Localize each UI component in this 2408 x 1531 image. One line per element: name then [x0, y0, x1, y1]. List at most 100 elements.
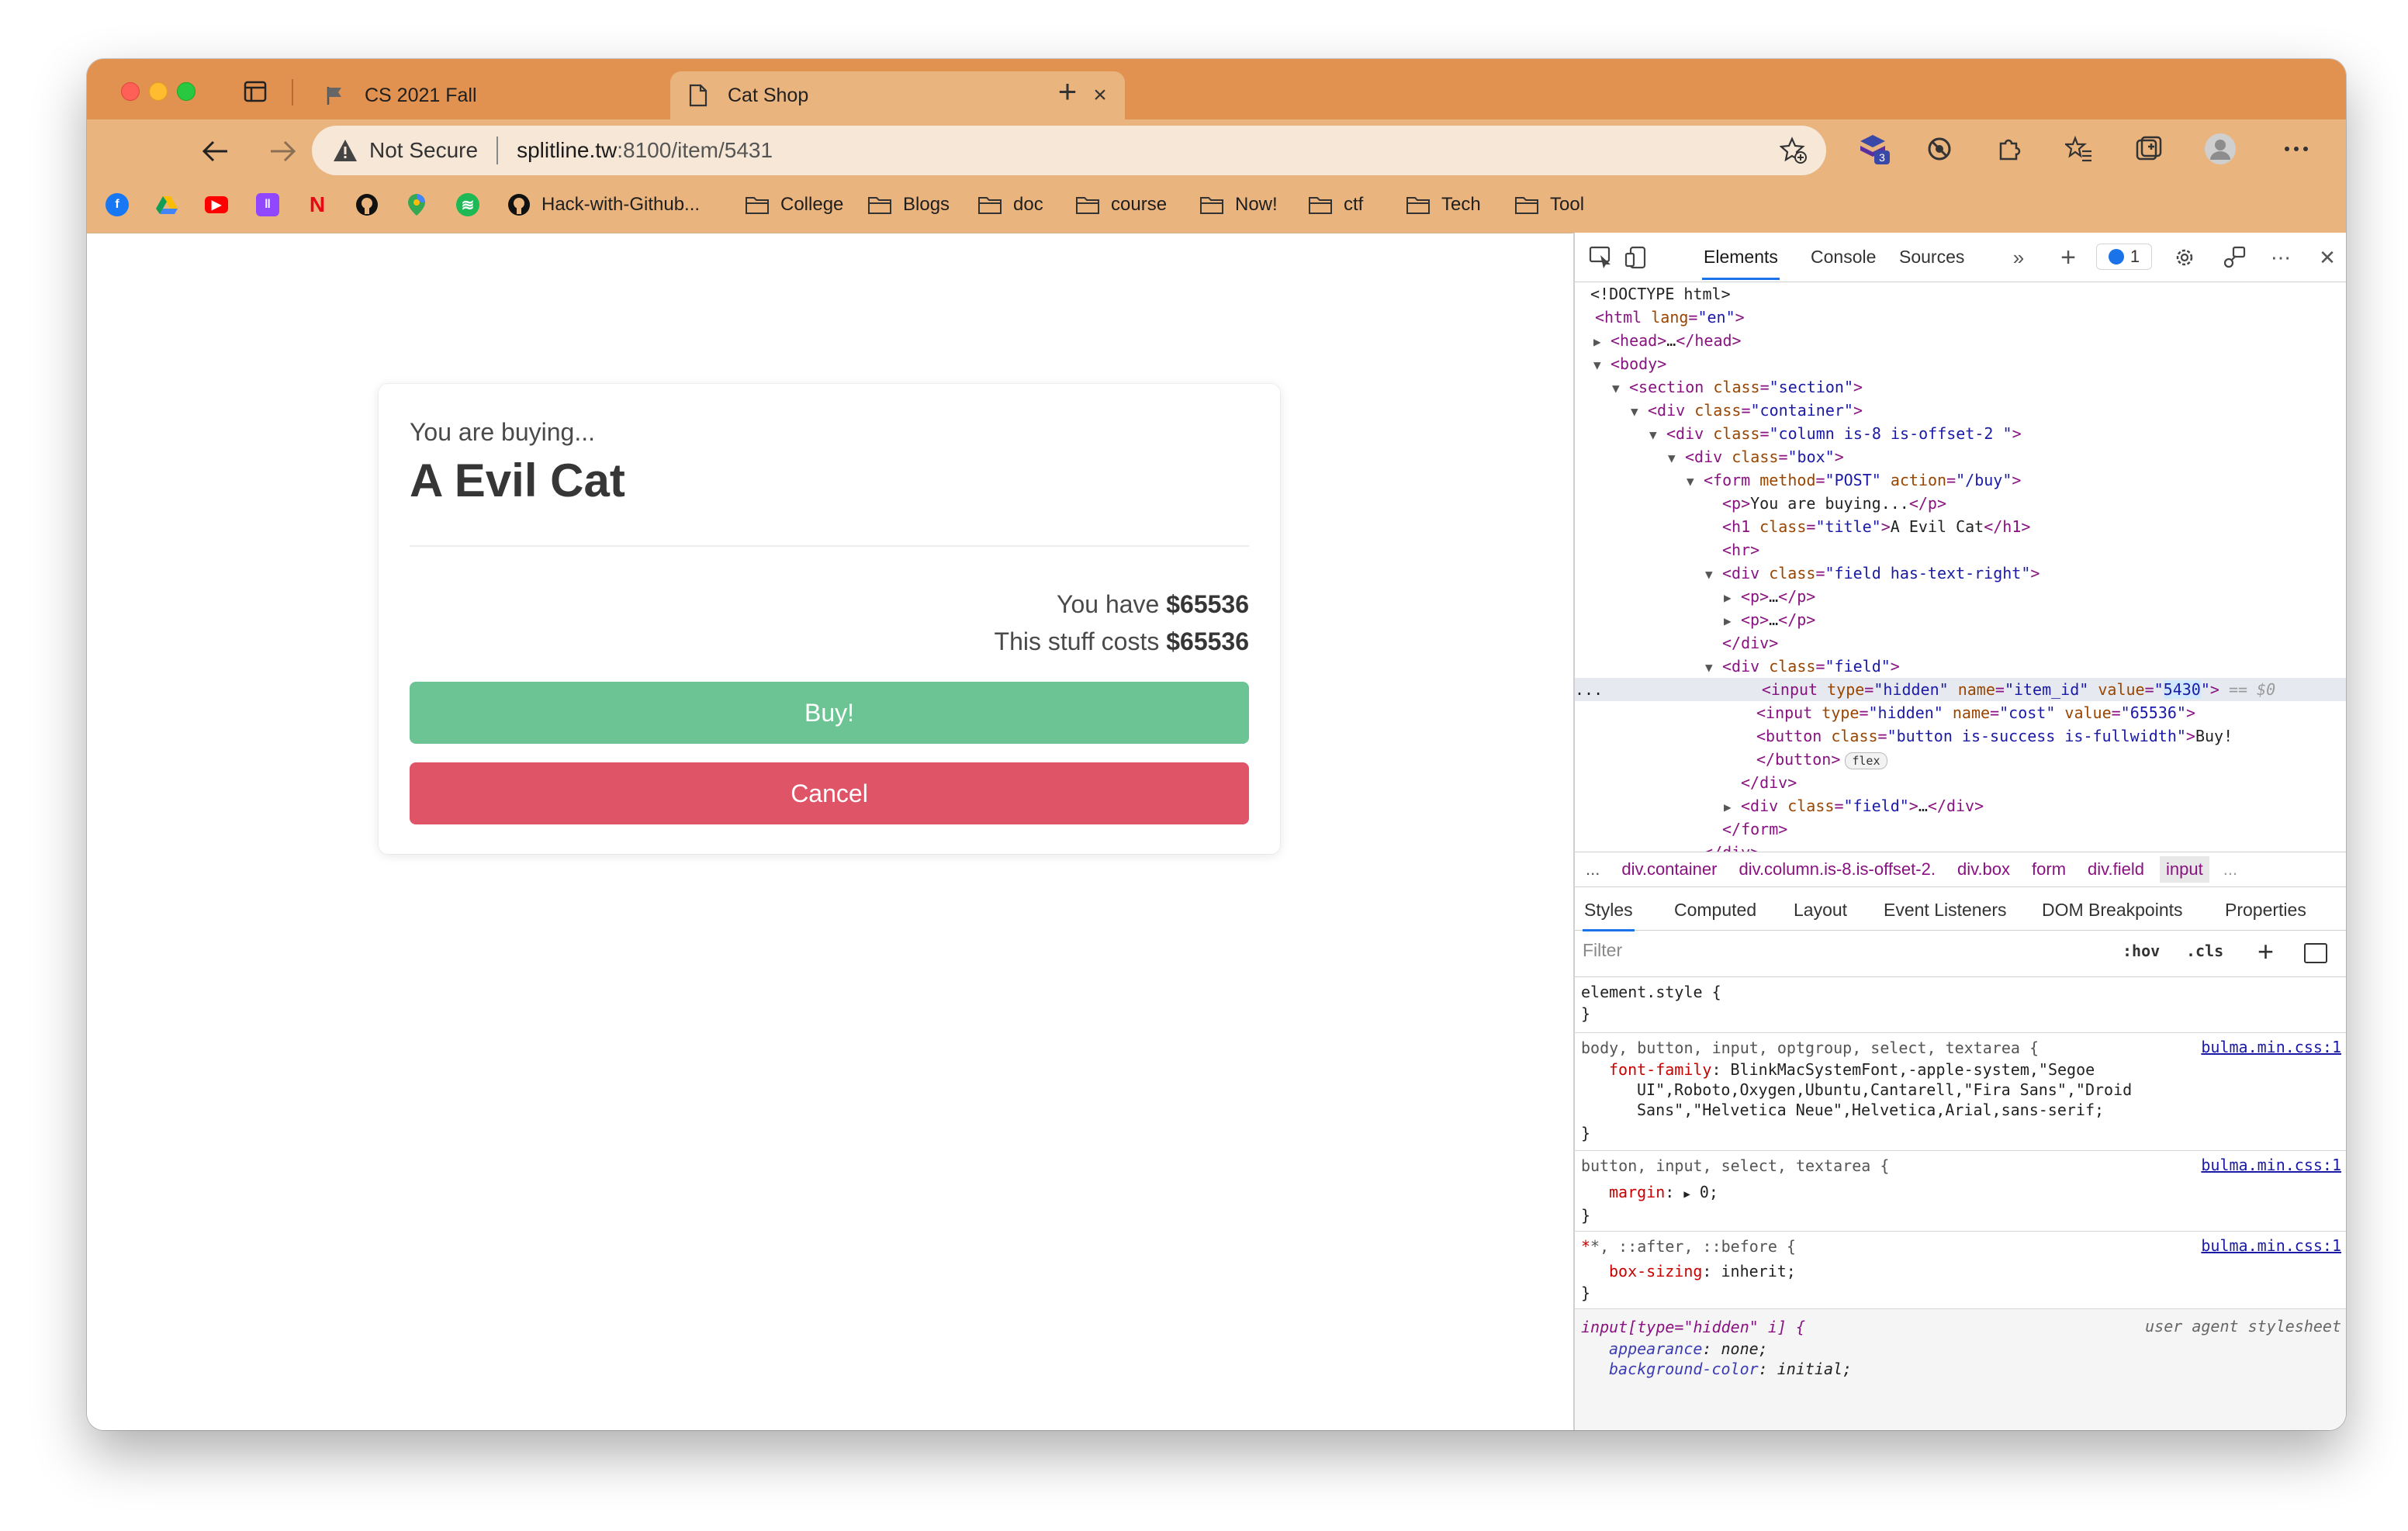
style-rule-user-agent[interactable]: input[type="hidden" i] { user agent styl… — [1575, 1309, 2346, 1430]
bookmark-facebook[interactable]: f — [106, 189, 140, 220]
tab-dom-breakpoints[interactable]: DOM Breakpoints — [2042, 900, 2183, 921]
close-devtools-icon[interactable]: ✕ — [2313, 244, 2341, 271]
cls-toggle[interactable]: .cls — [2186, 942, 2223, 960]
bookmark-spotify[interactable]: ≋ — [456, 189, 490, 220]
customize-more-icon[interactable]: ⋯ — [2267, 244, 2295, 271]
url-text[interactable]: splitline.tw:8100/item/5431 — [517, 138, 773, 163]
breadcrumb-ellipsis[interactable]: ... — [1586, 859, 1600, 880]
collections-icon[interactable] — [2132, 132, 2166, 166]
dom-line-html[interactable]: <html lang="en"> — [1575, 306, 2346, 329]
style-rule-element[interactable]: element.style { } — [1575, 977, 2346, 1033]
cancel-button[interactable]: Cancel — [410, 762, 1249, 824]
bookmark-github[interactable] — [355, 189, 389, 220]
dom-line-hr[interactable]: <hr> — [1575, 538, 2346, 562]
dom-line-body[interactable]: ▼ <body> — [1575, 352, 2346, 375]
bookmark-netflix[interactable]: N — [306, 189, 340, 220]
more-menu-icon[interactable] — [2279, 132, 2313, 166]
tab-console[interactable]: Console — [1811, 247, 1876, 268]
item-id-value[interactable]: 5430 — [2163, 680, 2201, 699]
bookmark-youtube[interactable]: ▶ — [205, 189, 239, 220]
rule-declaration[interactable]: font-family: BlinkMacSystemFont,-apple-s… — [1609, 1059, 2095, 1080]
dom-line-div-close[interactable]: </div> — [1575, 631, 2346, 655]
security-label[interactable]: Not Secure — [369, 138, 478, 163]
connect-devices-icon[interactable] — [2220, 244, 2248, 271]
new-tab-icon[interactable]: + — [1052, 73, 1083, 109]
dom-line-box[interactable]: ▼ <div class="box"> — [1575, 445, 2346, 468]
breadcrumb-item-current[interactable]: input — [2160, 856, 2209, 883]
expand-triangle-icon[interactable]: ▶ — [1683, 1188, 1690, 1201]
issues-badge[interactable]: 1 — [2096, 244, 2152, 270]
dom-line-form-close[interactable]: </form> — [1575, 817, 2346, 841]
dom-line-h1[interactable]: <h1 class="title">A Evil Cat</h1> — [1575, 515, 2346, 538]
dom-line-div-close[interactable]: </div> — [1575, 841, 2346, 852]
tab-computed[interactable]: Computed — [1674, 900, 1756, 921]
bookmark-hack-with-github[interactable]: Hack-with-Github... — [507, 189, 700, 220]
close-window-button[interactable] — [121, 82, 140, 101]
breadcrumb-item[interactable]: div.box — [1957, 859, 2010, 880]
style-rule-box-sizing[interactable]: **, ::after, ::before { bulma.min.css:1 … — [1575, 1232, 2346, 1309]
tab-properties[interactable]: Properties — [2225, 900, 2306, 921]
tab-sources[interactable]: Sources — [1899, 247, 1964, 268]
buy-button[interactable]: Buy! — [410, 682, 1249, 744]
extensions-puzzle-icon[interactable] — [1992, 132, 2026, 166]
rule-declaration[interactable]: box-sizing: inherit; — [1609, 1261, 1796, 1281]
bookmark-folder-ctf[interactable]: ctf — [1308, 189, 1363, 220]
dom-tree[interactable]: <!DOCTYPE html> <html lang="en"> ▶ <head>… — [1575, 282, 2346, 852]
warning-icon[interactable] — [332, 138, 358, 163]
add-panel-icon[interactable]: + — [2054, 243, 2082, 272]
rule-source-link[interactable]: bulma.min.css:1 — [2201, 1156, 2341, 1174]
dom-line-form[interactable]: ▼ <form method="POST" action="/buy"> — [1575, 468, 2346, 492]
dom-line-head[interactable]: ▶ <head>…</head> — [1575, 329, 2346, 352]
profile-avatar-icon[interactable] — [2203, 132, 2237, 166]
back-icon[interactable] — [195, 132, 234, 171]
breadcrumb-item[interactable]: div.column.is-8.is-offset-2. — [1739, 859, 1936, 880]
rule-source-link[interactable]: bulma.min.css:1 — [2201, 1038, 2341, 1056]
bookmark-folder-now[interactable]: Now! — [1199, 189, 1278, 220]
rule-declaration[interactable]: margin: ▶ 0; — [1609, 1182, 1718, 1204]
dom-line-field-text-right[interactable]: ▼ <div class="field has-text-right"> — [1575, 562, 2346, 585]
dom-line-p-collapsed[interactable]: ▶ <p>…</p> — [1575, 585, 2346, 608]
device-toolbar-icon[interactable] — [1623, 244, 1651, 271]
tab-actions-icon[interactable] — [244, 81, 267, 102]
toggle-sidebar-icon[interactable] — [2304, 943, 2327, 963]
breadcrumb-item[interactable]: form — [2032, 859, 2066, 880]
dom-line-field[interactable]: ▼ <div class="field"> — [1575, 655, 2346, 678]
bookmark-maps[interactable] — [405, 189, 439, 220]
favorites-icon[interactable] — [2062, 132, 2096, 166]
dom-line-column[interactable]: ▼ <div class="column is-8 is-offset-2 "> — [1575, 422, 2346, 445]
settings-gear-icon[interactable] — [2171, 244, 2199, 271]
style-rule-margin[interactable]: button, input, select, textarea { bulma.… — [1575, 1151, 2346, 1232]
dom-line-field-collapsed[interactable]: ▶ <div class="field">…</div> — [1575, 794, 2346, 817]
minimize-window-button[interactable] — [149, 82, 168, 101]
dom-line-button-close[interactable]: </button> flex — [1575, 748, 2346, 771]
zoom-window-button[interactable] — [177, 82, 195, 101]
address-bar[interactable]: Not Secure splitline.tw:8100/item/5431 — [312, 126, 1826, 175]
rule-source-link[interactable]: bulma.min.css:1 — [2201, 1236, 2341, 1255]
tab-event-listeners[interactable]: Event Listeners — [1884, 900, 2007, 921]
bookmark-folder-course[interactable]: course — [1075, 189, 1167, 220]
bookmark-folder-tech[interactable]: Tech — [1406, 189, 1481, 220]
style-rule-font-family[interactable]: body, button, input, optgroup, select, t… — [1575, 1033, 2346, 1151]
dom-line-container[interactable]: ▼ <div class="container"> — [1575, 399, 2346, 422]
bookmark-folder-college[interactable]: College — [745, 189, 843, 220]
tab-layout[interactable]: Layout — [1794, 900, 1847, 921]
hov-toggle[interactable]: :hov — [2123, 942, 2160, 960]
bookmark-folder-blogs[interactable]: Blogs — [867, 189, 950, 220]
breadcrumb-item[interactable]: div.container — [1621, 859, 1717, 880]
extension-icon[interactable]: 3 — [1857, 132, 1891, 166]
new-style-rule-icon[interactable]: + — [2258, 935, 2274, 968]
bookmark-twitch[interactable]: ǁ — [256, 189, 290, 220]
flex-badge[interactable]: flex — [1845, 752, 1887, 769]
tab-styles[interactable]: Styles — [1583, 900, 1635, 931]
dom-line-hidden-item-id-selected[interactable]: ... <input type="hidden" name="item_id" … — [1575, 678, 2346, 701]
dom-line-button[interactable]: <button class="button is-success is-full… — [1575, 724, 2346, 748]
dom-line-doctype[interactable]: <!DOCTYPE html> — [1575, 282, 2346, 306]
breadcrumb-ellipsis[interactable]: ... — [2223, 859, 2237, 880]
more-tabs-icon[interactable]: » — [2005, 244, 2033, 271]
dom-line-div-close[interactable]: </div> — [1575, 771, 2346, 794]
dom-line-hidden-cost[interactable]: <input type="hidden" name="cost" value="… — [1575, 701, 2346, 724]
dom-line-section[interactable]: ▼ <section class="section"> — [1575, 375, 2346, 399]
styles-filter-input[interactable]: Filter — [1583, 940, 1622, 961]
close-tab-icon[interactable]: × — [1086, 81, 1114, 109]
dom-line-p[interactable]: <p>You are buying...</p> — [1575, 492, 2346, 515]
